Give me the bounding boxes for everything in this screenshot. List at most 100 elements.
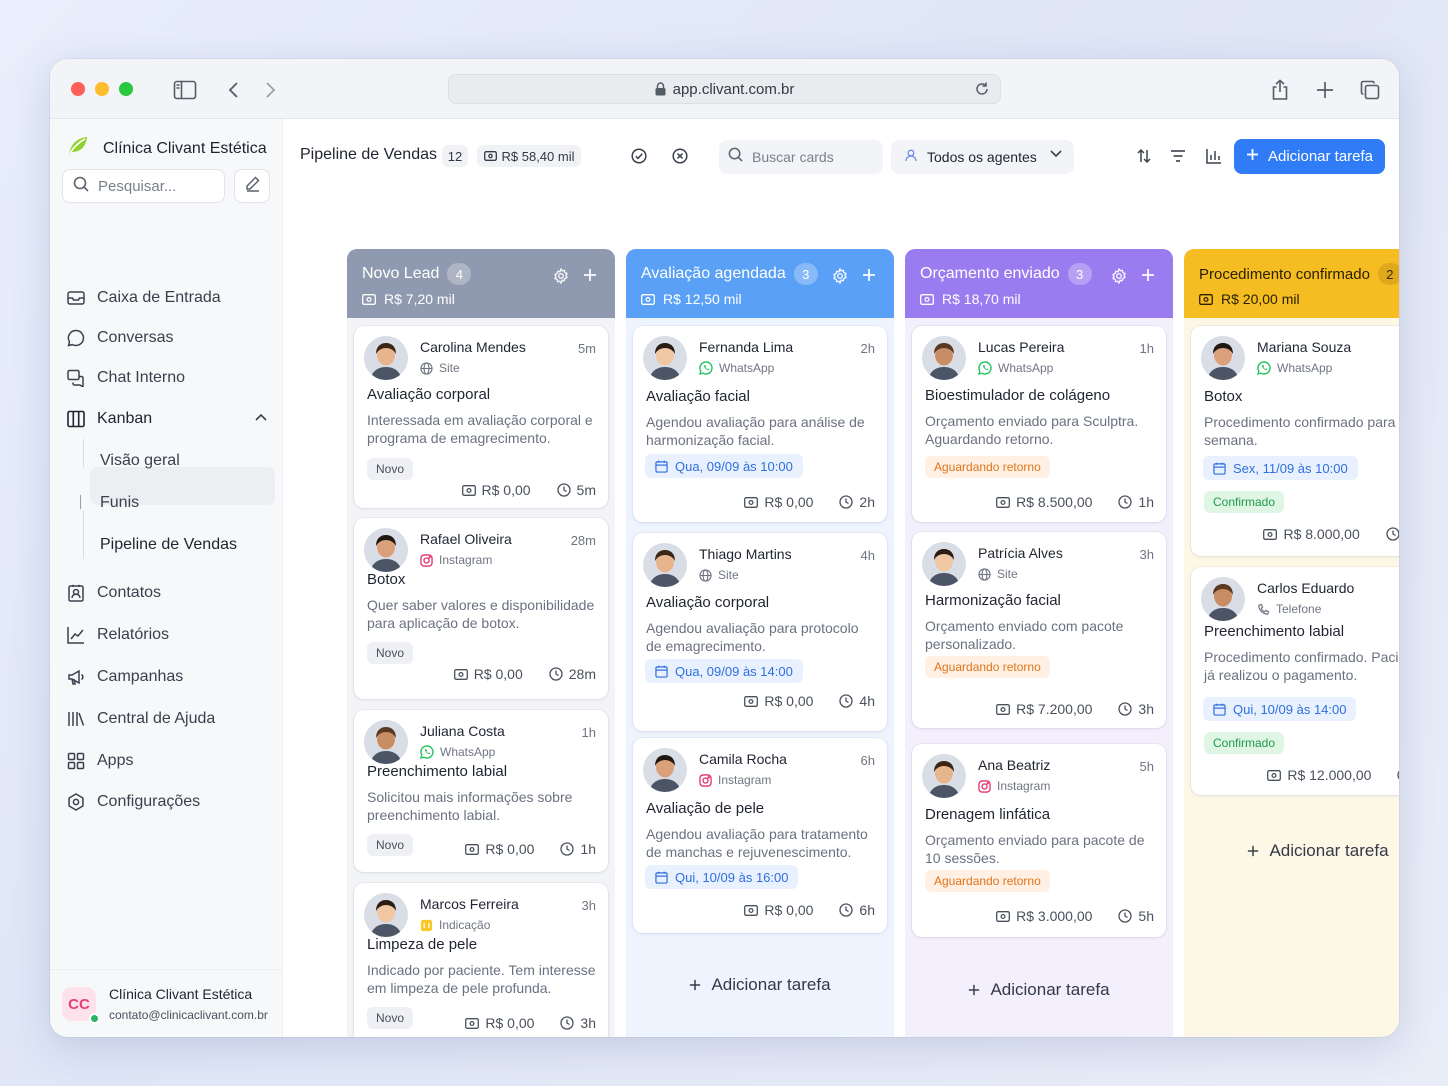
check-circle-icon[interactable] <box>629 146 649 166</box>
chevron-up-icon[interactable] <box>255 413 267 421</box>
sidebar-sub-item-sales-pipeline[interactable]: Pipeline de Vendas <box>100 536 237 554</box>
card-search-input[interactable] <box>752 149 872 165</box>
brand[interactable]: Clínica Clivant Estética <box>67 136 267 161</box>
kanban-card[interactable]: Carlos Eduardo2hTelefonePreenchimento la… <box>1191 567 1399 795</box>
kanban-card[interactable]: Patrícia Alves 3h Site Harmonização facial O… <box>912 532 1166 728</box>
whatsapp-icon <box>699 361 713 375</box>
x-circle-icon[interactable] <box>670 146 690 166</box>
pipeline-total: R$ 58,40 mil <box>501 148 575 164</box>
column-add-icon[interactable] <box>583 268 597 282</box>
card-description: Solicitou mais informações sobre preench… <box>367 789 573 823</box>
add-task-label: Adicionar tarefa <box>711 975 831 994</box>
column-settings-icon[interactable] <box>1111 268 1127 284</box>
maximize-window-button[interactable] <box>119 82 133 96</box>
card-title: Preenchimento labial <box>367 763 508 780</box>
card-source-label: Instagram <box>439 553 493 567</box>
add-task-button[interactable]: Adicionar tarefa <box>1234 139 1385 174</box>
sidebar-sub-item-funnels[interactable]: Funis <box>100 494 139 512</box>
kanban-card[interactable]: Juliana Costa 1h WhatsApp Preenchimento lab… <box>354 710 608 872</box>
kanban-icon <box>67 410 85 428</box>
card-elapsed: 6h <box>859 902 875 918</box>
card-value: R$ 12.000,00 <box>1287 767 1372 783</box>
contact-avatar <box>922 336 966 380</box>
card-title: Botox <box>367 571 406 588</box>
card-source: Site <box>699 568 739 582</box>
card-source-label: Telefone <box>1276 602 1322 616</box>
kanban-card[interactable]: Marcos Ferreira 3h Indicação Limpeza de pel… <box>354 883 608 1037</box>
filter-icon[interactable] <box>1168 146 1188 166</box>
bar-chart-icon[interactable] <box>1204 146 1224 166</box>
user-profile[interactable]: CC Clínica Clivant Estética contato@clin… <box>50 969 283 1037</box>
sidebar-search[interactable] <box>62 169 225 203</box>
card-footer: R$ 12.000,002h <box>1267 767 1399 783</box>
column-add-task-button[interactable]: Adicionar tarefa <box>905 980 1173 1000</box>
contact-avatar <box>364 528 408 572</box>
new-tab-icon[interactable] <box>1313 78 1337 102</box>
column-total: R$ 7,20 mil <box>362 291 455 307</box>
compose-button[interactable] <box>234 169 270 203</box>
agents-filter-select[interactable]: Todos os agentes <box>891 140 1074 174</box>
back-arrow-icon[interactable] <box>222 78 246 102</box>
chart-line-icon <box>67 626 85 644</box>
sidebar-item-label: Relatórios <box>97 626 170 643</box>
kanban-card[interactable]: Carolina Mendes 5m Site Avaliação corporal I… <box>354 326 608 508</box>
search-icon <box>73 176 89 197</box>
card-description: Procedimento confirmado para esta semana… <box>1204 414 1399 448</box>
card-contact-name: Juliana Costa <box>420 723 505 739</box>
sidebar-item-apps[interactable]: Apps <box>67 748 133 774</box>
card-elapsed: 3h <box>1138 701 1154 717</box>
kanban-card[interactable]: Fernanda Lima 2h WhatsApp Avaliação facial A… <box>633 326 887 522</box>
column-add-task-button[interactable]: Adicionar tarefa <box>626 975 894 995</box>
forward-arrow-icon[interactable] <box>258 78 282 102</box>
sidebar-search-input[interactable] <box>98 177 216 195</box>
kanban-card[interactable]: Camila Rocha 6h Instagram Avaliação de pele… <box>633 738 887 933</box>
card-source-label: Indicação <box>439 918 491 932</box>
reload-icon[interactable] <box>974 81 990 97</box>
sidebar-item-internal-chat[interactable]: Chat Interno <box>67 365 185 391</box>
address-bar[interactable]: app.clivant.com.br <box>448 74 1001 104</box>
share-icon[interactable] <box>1268 78 1292 102</box>
column-add-icon[interactable] <box>862 268 876 282</box>
kanban-card[interactable]: Mariana Souza30mWhatsAppBotoxProcediment… <box>1191 326 1399 556</box>
column-add-icon[interactable] <box>1141 268 1155 282</box>
kanban-card[interactable]: Thiago Martins 4h Site Avaliação corporal Ag… <box>633 533 887 731</box>
sidebar-item-contacts[interactable]: Contatos <box>67 580 161 606</box>
column-settings-icon[interactable] <box>553 268 569 284</box>
contact-avatar <box>1201 336 1245 380</box>
card-footer: R$ 7.200,00 3h <box>996 701 1154 717</box>
sidebar-item-help-center[interactable]: Central de Ajuda <box>67 706 215 732</box>
card-elapsed: 4h <box>859 693 875 709</box>
sidebar-item-kanban[interactable]: Kanban <box>67 406 267 432</box>
card-title: Avaliação corporal <box>646 594 770 611</box>
card-value: R$ 0,00 <box>764 494 814 510</box>
page-title: Pipeline de Vendas <box>300 146 437 163</box>
column-add-task-button[interactable]: Adicionar tarefa <box>1184 841 1399 861</box>
kanban-column: Orçamento enviado 3 R$ 18,70 mil Lucas Pere… <box>905 249 1173 1037</box>
column-settings-icon[interactable] <box>832 268 848 284</box>
kanban-card[interactable]: Lucas Pereira 1h WhatsApp Bioestimulador de… <box>912 326 1166 522</box>
sidebar-item-campaigns[interactable]: Campanhas <box>67 664 183 690</box>
close-window-button[interactable] <box>71 82 85 96</box>
kanban-card[interactable]: Ana Beatriz 5h Instagram Drenagem linfática… <box>912 744 1166 937</box>
sidebar-sub-item-overview[interactable]: Visão geral <box>100 452 180 470</box>
online-status-dot <box>89 1013 100 1024</box>
sidebar-item-reports[interactable]: Relatórios <box>67 622 169 648</box>
url-text: app.clivant.com.br <box>672 80 795 98</box>
sidebar-item-inbox[interactable]: Caixa de Entrada <box>67 285 221 311</box>
minimize-window-button[interactable] <box>95 82 109 96</box>
card-footer: R$ 0,00 4h <box>744 693 875 709</box>
sidebar-item-conversations[interactable]: Conversas <box>67 325 173 351</box>
card-source-label: Site <box>997 567 1018 581</box>
sidebar-toggle-icon[interactable] <box>173 78 197 102</box>
card-source: WhatsApp <box>978 361 1053 375</box>
tabs-overview-icon[interactable] <box>1358 78 1382 102</box>
clock-icon <box>560 1016 575 1030</box>
kanban-card[interactable]: Rafael Oliveira 28m Instagram Botox Quer sab… <box>354 518 608 699</box>
clock-icon <box>1118 495 1133 509</box>
sidebar-item-settings[interactable]: Configurações <box>67 789 200 815</box>
card-search[interactable] <box>719 140 883 174</box>
kanban-column: Avaliação agendada 3 R$ 12,50 mil Fernanda … <box>626 249 894 1037</box>
library-icon <box>67 710 85 728</box>
sort-icon[interactable] <box>1134 146 1154 166</box>
money-icon <box>996 703 1011 715</box>
